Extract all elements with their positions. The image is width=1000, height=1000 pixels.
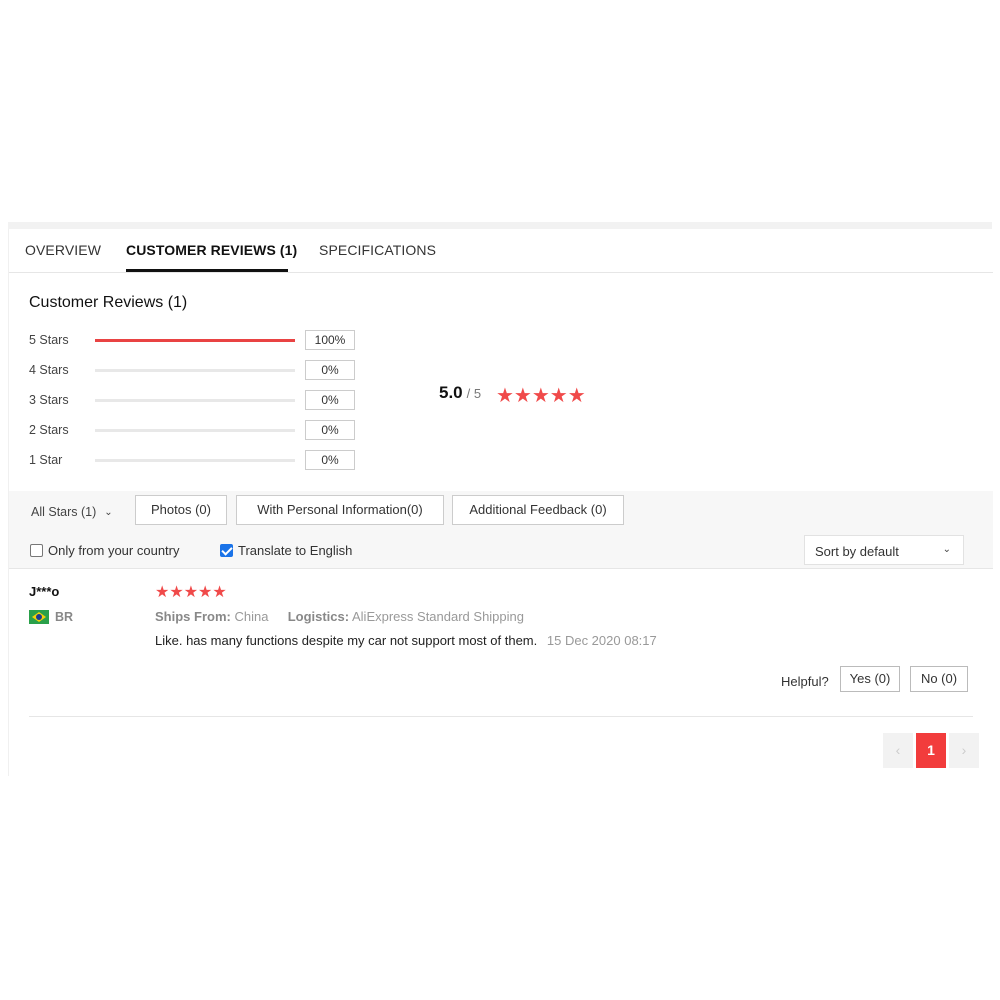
chevron-down-icon: ⌄: [942, 544, 951, 555]
review-shipping-info: Ships From: China Logistics: AliExpress …: [155, 609, 524, 624]
brazil-flag-icon: [29, 610, 49, 624]
review-divider: [29, 716, 973, 717]
rating-bar-track: [95, 399, 295, 402]
rating-percent: 0%: [305, 360, 355, 380]
rating-bar-track: [95, 429, 295, 432]
helpful-label: Helpful?: [781, 674, 829, 689]
tab-specifications[interactable]: SPECIFICATIONS: [319, 242, 436, 258]
country-code: BR: [55, 610, 74, 624]
average-stars-icon: ★★★★★: [496, 385, 586, 407]
pagination-prev-button[interactable]: ‹: [883, 733, 913, 768]
all-stars-label: All Stars (1): [31, 505, 97, 519]
average-score: 5.0: [439, 383, 463, 402]
pagination-page-1[interactable]: 1: [916, 733, 946, 768]
sort-label: Sort by default: [815, 544, 899, 559]
logistics-label: Logistics:: [287, 609, 350, 624]
active-tab-indicator: [126, 269, 288, 272]
rating-row-4[interactable]: 4 Stars 0%: [29, 360, 359, 382]
review-body: Like. has many functions despite my car …: [155, 633, 657, 648]
only-country-label: Only from your country: [48, 543, 180, 558]
rating-row-label: 2 Stars: [29, 423, 69, 437]
average-rating: 5.0 / 5: [439, 383, 481, 403]
personal-info-filter-button[interactable]: With Personal Information(0): [236, 495, 444, 525]
rating-row-label: 3 Stars: [29, 393, 69, 407]
pagination-next-button[interactable]: ›: [949, 733, 979, 768]
sort-dropdown[interactable]: Sort by default ⌄: [804, 535, 964, 565]
logistics-value: AliExpress Standard Shipping: [352, 609, 524, 624]
rating-row-2[interactable]: 2 Stars 0%: [29, 420, 359, 442]
product-detail-panel: OVERVIEW CUSTOMER REVIEWS (1) SPECIFICAT…: [8, 229, 993, 776]
tab-overview[interactable]: OVERVIEW: [25, 242, 101, 258]
rating-row-label: 5 Stars: [29, 333, 69, 347]
translate-checkbox[interactable]: Translate to English: [220, 543, 352, 558]
rating-bar-track: [95, 369, 295, 372]
rating-bar-track: [95, 339, 295, 342]
tab-customer-reviews[interactable]: CUSTOMER REVIEWS (1): [126, 242, 297, 258]
checkbox-box[interactable]: [30, 544, 43, 557]
chevron-down-icon: ⌄: [104, 506, 113, 518]
checkbox-box-checked[interactable]: [220, 544, 233, 557]
rating-bar-fill: [95, 339, 295, 342]
only-country-checkbox[interactable]: Only from your country: [30, 543, 180, 558]
ships-from-value: China: [234, 609, 269, 624]
review-filter-bar: All Stars (1) ⌄ Photos (0) With Personal…: [9, 491, 993, 569]
rating-percent: 100%: [305, 330, 355, 350]
reviewer-name: J***o: [29, 584, 60, 599]
average-out-of: / 5: [466, 386, 482, 401]
rating-percent: 0%: [305, 390, 355, 410]
tab-bar: OVERVIEW CUSTOMER REVIEWS (1) SPECIFICAT…: [9, 229, 993, 273]
ships-from-label: Ships From:: [155, 609, 231, 624]
review-stars-icon: ★★★★★: [155, 584, 227, 601]
rating-row-5[interactable]: 5 Stars 100%: [29, 330, 359, 352]
rating-row-label: 1 Star: [29, 453, 63, 467]
review-date: 15 Dec 2020 08:17: [546, 633, 657, 648]
rating-percent: 0%: [305, 420, 355, 440]
page-top-strip: [8, 222, 992, 229]
translate-label: Translate to English: [238, 543, 353, 558]
rating-bar-track: [95, 459, 295, 462]
helpful-no-button[interactable]: No (0): [910, 666, 968, 692]
rating-percent: 0%: [305, 450, 355, 470]
review-text: Like. has many functions despite my car …: [155, 633, 538, 648]
additional-feedback-filter-button[interactable]: Additional Feedback (0): [452, 495, 624, 525]
helpful-yes-button[interactable]: Yes (0): [840, 666, 900, 692]
rating-row-1[interactable]: 1 Star 0%: [29, 450, 359, 472]
rating-row-label: 4 Stars: [29, 363, 69, 377]
reviewer-country: BR: [29, 610, 73, 624]
reviews-summary-title: Customer Reviews (1): [29, 294, 188, 311]
rating-row-3[interactable]: 3 Stars 0%: [29, 390, 359, 412]
photos-filter-button[interactable]: Photos (0): [135, 495, 227, 525]
all-stars-dropdown[interactable]: All Stars (1) ⌄: [31, 505, 113, 519]
